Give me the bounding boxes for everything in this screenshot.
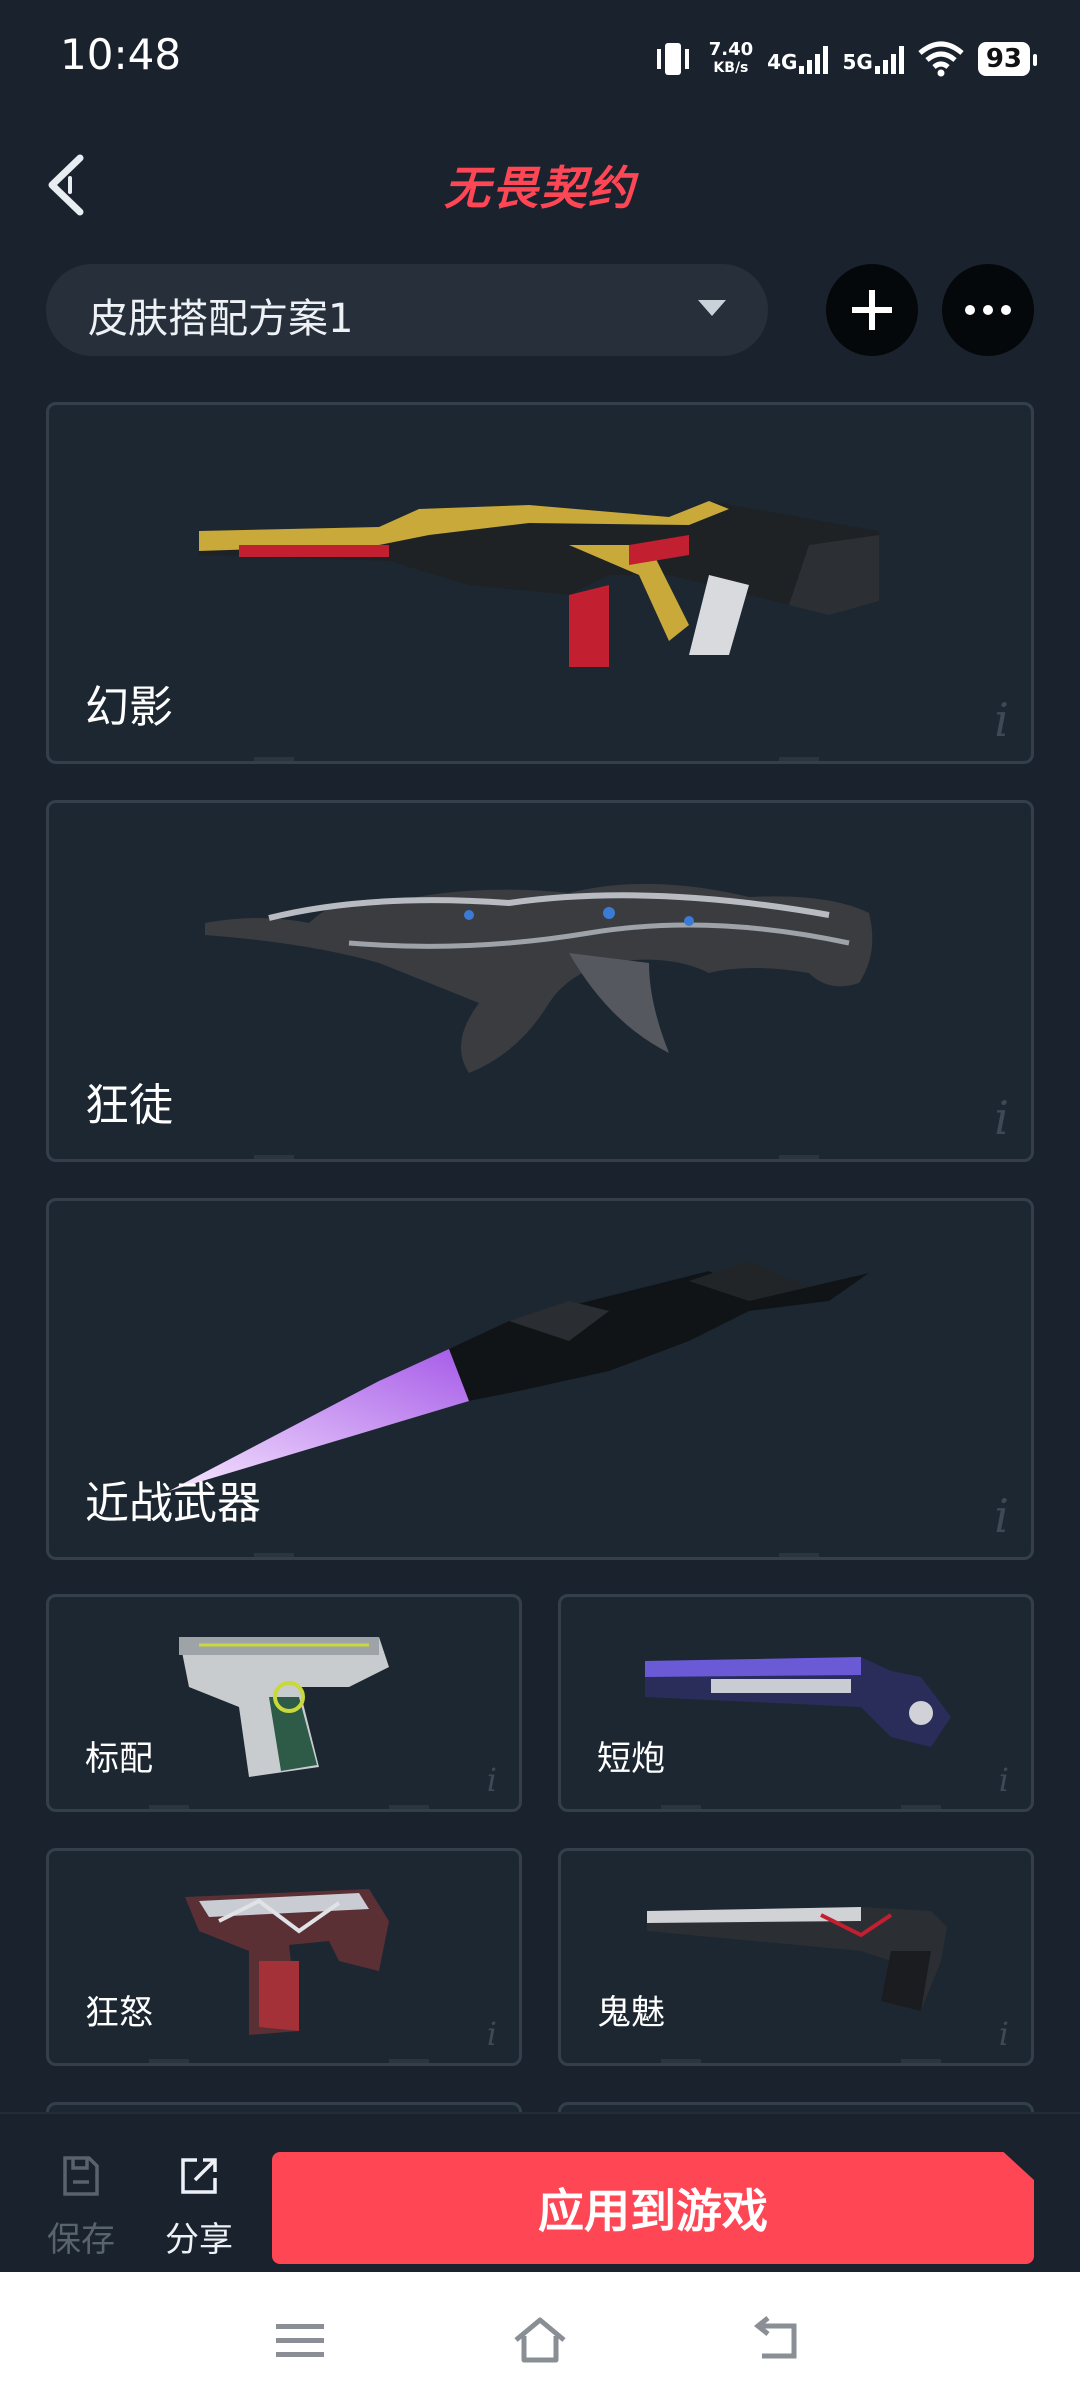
weapon-card-label: 鬼魅 <box>597 1993 665 2033</box>
info-icon: i <box>998 1761 1009 1799</box>
card-tick <box>779 1155 819 1159</box>
weapon-card-melee[interactable]: 近战武器 i <box>46 1198 1034 1560</box>
plan-selector-dropdown[interactable]: 皮肤搭配方案1 <box>46 264 768 356</box>
info-icon: i <box>486 2015 497 2053</box>
card-tick <box>389 1805 429 1809</box>
more-dots-icon <box>965 305 1011 315</box>
card-tick <box>779 1553 819 1557</box>
weapon-card-label: 狂怒 <box>85 1993 153 2033</box>
save-icon <box>63 2156 99 2196</box>
weapon-card-vandal[interactable]: 幻影 i <box>46 402 1034 764</box>
card-tick <box>661 1805 701 1809</box>
info-icon: i <box>994 1489 1009 1543</box>
signal-5g: 5G <box>842 44 904 74</box>
card-tick <box>149 2059 189 2063</box>
weapon-card-label: 近战武器 <box>85 1478 261 1529</box>
speed-value: 7.40 <box>708 39 754 60</box>
bulldog-skin-image <box>205 883 873 1073</box>
vandal-skin-image <box>199 501 879 667</box>
signal-4g: 4G <box>767 44 829 74</box>
plus-icon <box>852 290 892 330</box>
apply-to-game-button[interactable]: 应用到游戏 <box>272 2152 1034 2264</box>
save-label: 保存 <box>47 2220 115 2260</box>
status-time: 10:48 <box>60 30 182 79</box>
info-icon: i <box>994 693 1009 747</box>
share-label: 分享 <box>165 2220 233 2260</box>
vibrate-icon <box>656 43 689 75</box>
weapon-card-classic[interactable]: 标配 i <box>46 1594 522 1812</box>
status-bar: 10:48 7.40 KB/s 4G 5G 93 <box>0 0 1080 110</box>
status-icons: 7.40 KB/s 4G 5G 93 <box>651 34 1038 84</box>
share-icon <box>181 2158 217 2194</box>
weapon-card-label: 狂徒 <box>85 1080 173 1131</box>
info-icon: i <box>486 1761 497 1799</box>
signal-bars-icon <box>874 44 904 74</box>
weapon-card-ghost[interactable]: 鬼魅 i <box>558 1848 1034 2066</box>
weapon-card-label: 短炮 <box>597 1739 665 1779</box>
chevron-down-icon <box>698 300 726 316</box>
app-header: 无畏契约 <box>0 110 1080 260</box>
more-options-button[interactable] <box>942 264 1034 356</box>
system-nav-bar <box>0 2272 1080 2400</box>
weapon-card-frenzy[interactable]: 狂怒 i <box>46 1848 522 2066</box>
card-tick <box>254 1155 294 1159</box>
weapon-card-vandal-2[interactable]: 狂徒 i <box>46 800 1034 1162</box>
card-tick <box>901 1805 941 1809</box>
card-tick <box>779 757 819 761</box>
menu-icon[interactable] <box>270 2310 330 2370</box>
card-tick <box>149 1805 189 1809</box>
card-tick <box>901 2059 941 2063</box>
speed-unit: KB/s <box>713 60 749 76</box>
signal-bars-icon <box>799 44 829 74</box>
save-button[interactable]: 保存 <box>36 2154 126 2261</box>
page-title: 无畏契约 <box>444 161 636 215</box>
card-tick <box>254 1553 294 1557</box>
net-type-5g: 5G <box>842 50 873 74</box>
info-icon: i <box>994 1091 1009 1145</box>
weapon-card-label: 幻影 <box>85 682 173 733</box>
battery-indicator: 93 <box>977 42 1038 76</box>
network-speed: 7.40 KB/s <box>709 41 753 77</box>
weapon-card-label: 标配 <box>85 1739 153 1779</box>
back-nav-icon[interactable] <box>750 2310 810 2370</box>
wifi-icon <box>918 41 964 77</box>
weapon-card-shorty[interactable]: 短炮 i <box>558 1594 1034 1812</box>
plan-selector-label: 皮肤搭配方案1 <box>88 296 354 342</box>
card-tick <box>389 2059 429 2063</box>
net-type-4g: 4G <box>767 50 798 74</box>
card-tick <box>661 2059 701 2063</box>
home-icon[interactable] <box>510 2310 570 2370</box>
add-plan-button[interactable] <box>826 264 918 356</box>
info-icon: i <box>998 2015 1009 2053</box>
card-tick <box>254 757 294 761</box>
share-button[interactable]: 分享 <box>154 2154 244 2261</box>
